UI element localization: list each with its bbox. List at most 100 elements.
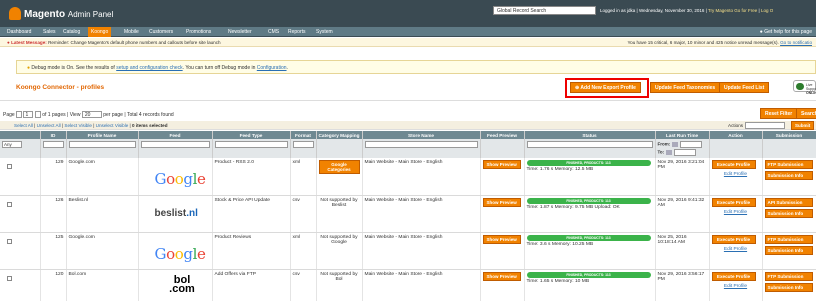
- row-checkbox[interactable]: [7, 275, 12, 281]
- col-store-name[interactable]: Store Name: [362, 131, 481, 139]
- beslist-logo: beslist.nl: [154, 207, 198, 219]
- logout-link[interactable]: Log O: [761, 8, 773, 13]
- nav-newsletter[interactable]: Newsletter: [228, 29, 252, 35]
- unselect-visible-link[interactable]: Unselect Visible: [96, 123, 129, 128]
- col-feed-type[interactable]: Feed Type: [212, 131, 291, 139]
- store-filter-select[interactable]: [364, 141, 478, 148]
- feed-type-filter-select[interactable]: [214, 141, 288, 148]
- store-name: Main Website - Main Store - English: [364, 160, 443, 165]
- calendar-icon[interactable]: [666, 150, 673, 155]
- submit-button[interactable]: Submit: [791, 121, 815, 130]
- show-preview-button[interactable]: Show Preview: [482, 197, 521, 207]
- execute-profile-button[interactable]: Execute Profile: [711, 160, 756, 169]
- select-filter[interactable]: Any: [2, 141, 22, 148]
- page-input[interactable]: 1: [23, 111, 34, 118]
- live-support-badge[interactable]: Live SupportONLINE: [793, 80, 816, 95]
- id-filter-input[interactable]: [42, 141, 64, 148]
- execute-profile-button[interactable]: Execute Profile: [711, 197, 756, 207]
- feed-filter-select[interactable]: [140, 141, 210, 148]
- last-run-time: Nov 29, 2016 9:41:32 AM: [657, 197, 705, 208]
- date-to-input[interactable]: [674, 149, 697, 156]
- row-checkbox[interactable]: [7, 238, 12, 244]
- show-preview-button[interactable]: Show Preview: [482, 160, 521, 169]
- nav-mobile[interactable]: Mobile: [124, 29, 139, 35]
- actions-select[interactable]: [745, 122, 785, 129]
- execute-profile-button[interactable]: Execute Profile: [711, 271, 756, 281]
- row-checkbox[interactable]: [7, 164, 12, 169]
- notifications-link[interactable]: Go to notificatio: [780, 40, 812, 45]
- google-categories-button[interactable]: Google Categories: [318, 160, 360, 174]
- reset-filter-button[interactable]: Reset Filter: [760, 108, 798, 119]
- feed-type: Stock & Price API Update: [214, 197, 270, 203]
- col-format[interactable]: Format: [290, 131, 317, 139]
- nav-customers[interactable]: Customers: [149, 29, 173, 35]
- col-category-mapping[interactable]: Category Mapping: [316, 131, 363, 139]
- edit-profile-link[interactable]: Edit Profile: [724, 210, 747, 215]
- col-submission: Submission: [762, 131, 816, 139]
- submission-button[interactable]: FTP Submission: [764, 234, 813, 244]
- nav-dashboard[interactable]: Dashboard: [7, 29, 31, 35]
- per-page-select[interactable]: 20: [81, 111, 102, 118]
- add-export-profile-button[interactable]: ⊕ Add New Export Profile: [570, 82, 641, 93]
- feed-type: Product - RSS 2.0: [214, 160, 254, 165]
- edit-profile-link[interactable]: Edit Profile: [724, 247, 747, 252]
- select-visible-link[interactable]: Select Visible: [64, 123, 92, 128]
- edit-profile-link[interactable]: Edit Profile: [724, 172, 747, 177]
- col-select: [0, 131, 41, 139]
- submission-info-button[interactable]: Submission Info: [764, 208, 813, 218]
- nav-system[interactable]: System: [316, 29, 333, 35]
- update-feed-taxonomies-button[interactable]: Update Feed Taxonomies: [650, 82, 721, 93]
- edit-profile-link[interactable]: Edit Profile: [724, 284, 747, 289]
- row-checkbox[interactable]: [7, 201, 12, 207]
- col-last-run[interactable]: Last Run Time: [655, 131, 710, 139]
- submission-info-button[interactable]: Submission Info: [764, 245, 813, 255]
- setup-check-link[interactable]: setup and configuration check: [116, 65, 182, 71]
- format-filter-select[interactable]: [292, 141, 314, 148]
- col-id[interactable]: ID: [40, 131, 67, 139]
- try-magento-link[interactable]: Try Magento Go for Free: [708, 8, 757, 13]
- profiles-grid: ID Profile Name Feed Feed Type Format Ca…: [0, 131, 816, 301]
- show-preview-button[interactable]: Show Preview: [482, 234, 521, 244]
- profile-name: Beslist.nl: [68, 197, 89, 203]
- submission-button[interactable]: FTP Submission: [764, 271, 813, 281]
- chat-icon: [796, 83, 804, 90]
- col-profile-name[interactable]: Profile Name: [66, 131, 139, 139]
- submission-info-button[interactable]: Submission Info: [764, 282, 813, 292]
- col-status[interactable]: Status: [524, 131, 656, 139]
- update-feed-list-button[interactable]: Update Feed List: [719, 82, 770, 93]
- nav-koongo[interactable]: Koongo: [88, 27, 112, 37]
- col-feed[interactable]: Feed: [138, 131, 213, 139]
- next-page-icon[interactable]: [34, 111, 41, 118]
- select-all-link[interactable]: Select All: [14, 123, 33, 128]
- submission-button[interactable]: FTP Submission: [764, 160, 813, 169]
- configuration-link[interactable]: Configuration: [257, 65, 287, 71]
- submission-button[interactable]: API Submission: [764, 197, 813, 207]
- message-text: Reminder: Change Magento's default phone…: [48, 40, 221, 45]
- status-filter-select[interactable]: [526, 141, 653, 148]
- nav-catalog[interactable]: Catalog: [63, 29, 80, 35]
- status-progress-bar: FINISHED, PRODUCTS: 113: [526, 271, 651, 278]
- nav-sales[interactable]: Sales: [43, 29, 56, 35]
- help-link[interactable]: ● Get help for this page: [760, 29, 812, 35]
- nav-reports[interactable]: Reports: [288, 29, 306, 35]
- date-from-input[interactable]: [680, 141, 703, 148]
- nav-promotions[interactable]: Promotions: [186, 29, 211, 35]
- profile-name-filter-input[interactable]: [68, 141, 136, 148]
- warning-icon: ●: [7, 40, 10, 45]
- status-progress-bar: FINISHED, PRODUCTS: 113: [526, 197, 651, 204]
- prev-page-icon[interactable]: [16, 111, 23, 118]
- filter-row: Any From: To:: [0, 139, 816, 158]
- execute-profile-button[interactable]: Execute Profile: [711, 234, 756, 244]
- submission-info-button[interactable]: Submission Info: [764, 171, 813, 180]
- nav-cms[interactable]: CMS: [268, 29, 279, 35]
- unselect-all-link[interactable]: Unselect All: [37, 123, 61, 128]
- global-search-input[interactable]: Global Record Search: [493, 6, 596, 15]
- search-button[interactable]: Search: [796, 108, 816, 119]
- calendar-icon[interactable]: [672, 142, 679, 147]
- profile-name: Google.com: [68, 160, 95, 165]
- category-mapping-text: Not supported by Google: [320, 234, 358, 245]
- actions-label: Actions: [728, 123, 744, 128]
- magento-logo-icon[interactable]: [9, 7, 21, 20]
- feed-type: Add Offers via FTP: [214, 271, 257, 277]
- show-preview-button[interactable]: Show Preview: [482, 271, 521, 281]
